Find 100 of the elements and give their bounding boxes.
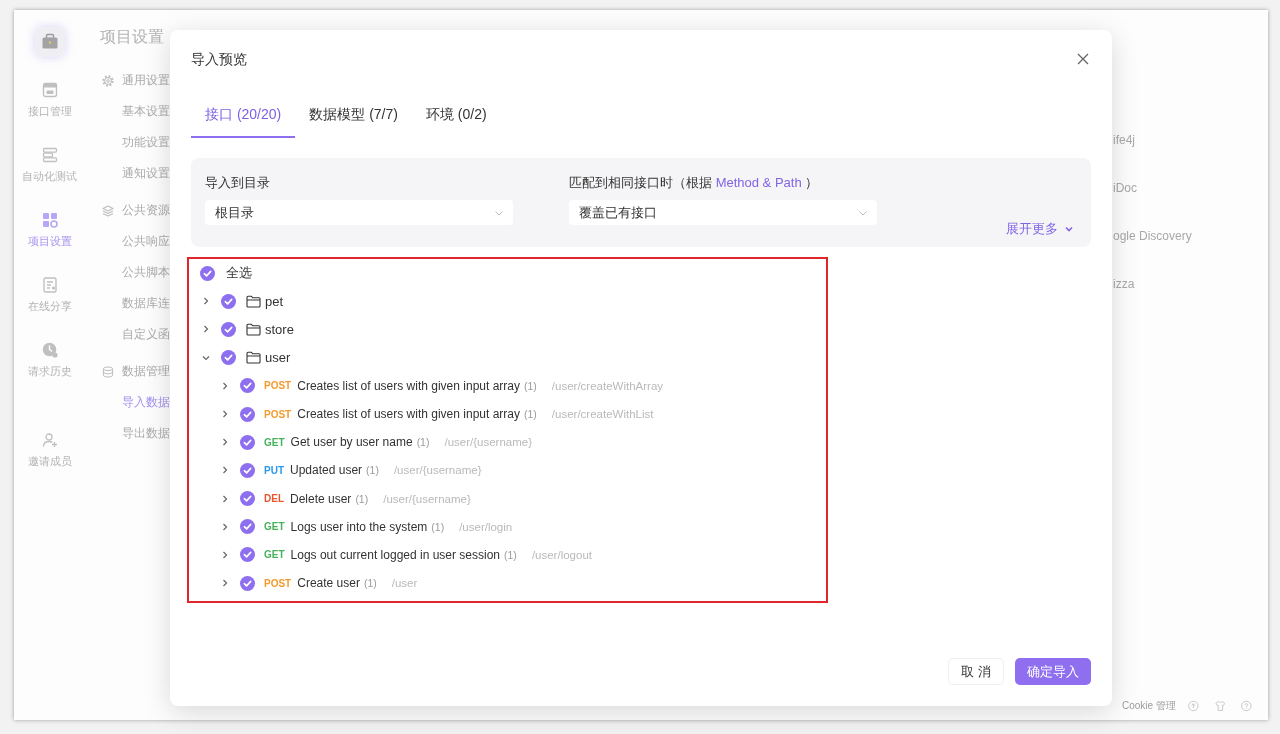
- import-format-option[interactable]: ogle Discovery: [1113, 229, 1192, 243]
- chevron-right-icon[interactable]: [220, 521, 230, 532]
- checkbox[interactable]: [239, 547, 255, 563]
- endpoint-count: (1): [431, 520, 445, 533]
- chevron-right-icon[interactable]: [220, 437, 230, 448]
- checkbox[interactable]: [220, 350, 236, 366]
- endpoint-name[interactable]: Updated user: [290, 463, 363, 478]
- dialog-title: 导入预览: [191, 50, 247, 68]
- chevron-right-icon[interactable]: [220, 549, 230, 560]
- tab[interactable]: 环境 (0/2): [411, 93, 501, 138]
- cookie-link[interactable]: Cookie 管理: [1122, 699, 1176, 713]
- menu-item[interactable]: 功能设置: [85, 127, 170, 158]
- sidebar-item[interactable]: 项目设置: [27, 212, 72, 248]
- endpoint-path: /user: [391, 577, 418, 590]
- endpoint-path: /user/{username}: [444, 436, 533, 449]
- import-format-option[interactable]: izza: [1113, 277, 1135, 291]
- close-icon: [1075, 51, 1091, 67]
- checkbox[interactable]: [220, 321, 236, 337]
- checkbox[interactable]: [239, 434, 255, 450]
- endpoint-name[interactable]: Logs user into the system: [290, 519, 428, 534]
- directory-select[interactable]: 根目录: [205, 200, 513, 225]
- confirm-import-button[interactable]: 确定导入: [1015, 658, 1091, 685]
- tab[interactable]: 数据模型 (7/7): [295, 93, 412, 138]
- checkbox[interactable]: [239, 491, 255, 507]
- invite-member-button[interactable]: 邀请成员: [27, 432, 72, 468]
- menu-item[interactable]: 基本设置: [85, 96, 170, 127]
- endpoint-name[interactable]: Create user: [297, 576, 360, 591]
- method-path-link[interactable]: Method & Path: [715, 175, 802, 190]
- tab[interactable]: 接口 (20/20): [191, 93, 296, 138]
- match-strategy-select[interactable]: 覆盖已有接口: [569, 200, 877, 225]
- http-method-label: PUT: [264, 464, 284, 476]
- checkbox[interactable]: [239, 378, 255, 394]
- endpoint-path: /user/createWithArray: [551, 379, 664, 392]
- menu-item[interactable]: 公共脚本: [85, 257, 170, 288]
- target-directory-label: 导入到目录: [205, 174, 271, 192]
- endpoint-name[interactable]: Logs out current logged in user session: [290, 547, 501, 562]
- chevron-right-icon[interactable]: [201, 324, 211, 335]
- checkbox[interactable]: [239, 519, 255, 535]
- sidebar-item[interactable]: 接口管理: [27, 82, 72, 118]
- checkbox[interactable]: [239, 575, 255, 591]
- endpoint-count: (1): [355, 492, 369, 505]
- select-all-label[interactable]: 全选: [226, 264, 252, 283]
- checkbox[interactable]: [220, 293, 236, 309]
- folder-name[interactable]: pet: [265, 293, 284, 309]
- clock-icon: [41, 342, 58, 358]
- chevron-right-icon[interactable]: [201, 296, 211, 307]
- endpoint-path: /user/logout: [531, 548, 592, 561]
- add-user-icon: [41, 432, 58, 448]
- endpoint-path: /user/{username}: [393, 464, 482, 477]
- checkbox[interactable]: [239, 406, 255, 422]
- briefcase-icon[interactable]: [34, 27, 65, 57]
- menu-group-label: 公共资源: [122, 202, 170, 219]
- endpoint-count: (1): [366, 464, 379, 477]
- document-icon: [41, 277, 58, 293]
- layers-icon: [102, 204, 114, 217]
- match-rule-label: 匹配到相同接口时（根据 Method & Path ）: [569, 174, 820, 192]
- endpoint-path: /user/{username}: [383, 492, 471, 505]
- import-format-option[interactable]: iDoc: [1113, 181, 1137, 195]
- grid-icon: [41, 212, 58, 228]
- menu-item[interactable]: 通知设置: [85, 158, 170, 189]
- http-method-label: POST: [264, 577, 292, 589]
- chevron-right-icon[interactable]: [220, 409, 230, 420]
- endpoint-path: /user/createWithList: [551, 408, 654, 421]
- endpoint-name[interactable]: Creates list of users with given input array: [297, 378, 520, 393]
- folder-name[interactable]: user: [265, 350, 291, 366]
- endpoint-count: (1): [416, 436, 430, 449]
- sidebar-item[interactable]: 自动化测试: [22, 147, 77, 183]
- http-method-label: GET: [264, 549, 285, 561]
- folder-name[interactable]: store: [265, 321, 294, 337]
- endpoint-name[interactable]: Get user by user name: [290, 435, 413, 450]
- page-title: 项目设置: [99, 27, 165, 47]
- endpoint-name[interactable]: Creates list of users with given input array: [297, 407, 520, 422]
- import-format-option[interactable]: ife4j: [1113, 133, 1135, 147]
- endpoint-name[interactable]: Delete user: [290, 491, 352, 506]
- menu-item[interactable]: 自定义函: [85, 319, 170, 350]
- sidebar-item[interactable]: 请求历史: [27, 342, 72, 378]
- database-icon: [102, 365, 114, 378]
- chevron-right-icon[interactable]: [220, 380, 230, 391]
- menu-item[interactable]: 导入数据: [85, 387, 170, 418]
- chevron-right-icon[interactable]: [220, 465, 230, 476]
- endpoint-count: (1): [524, 408, 537, 421]
- menu-item[interactable]: 导出数据: [85, 418, 170, 449]
- menu-group-label: 通用设置: [122, 72, 170, 89]
- http-method-label: POST: [264, 408, 292, 420]
- sidebar-item[interactable]: 在线分享: [27, 277, 72, 313]
- folder-icon: [246, 322, 261, 336]
- endpoint-count: (1): [524, 379, 537, 392]
- close-button[interactable]: [1075, 51, 1091, 67]
- checkbox[interactable]: [239, 462, 255, 478]
- endpoint-path: /user/login: [459, 520, 513, 533]
- chevron-right-icon[interactable]: [220, 493, 230, 504]
- menu-group-label: 数据管理: [122, 363, 170, 380]
- checkbox[interactable]: [199, 265, 215, 281]
- tray-icon: [41, 82, 58, 98]
- cancel-button[interactable]: 取 消: [948, 658, 1004, 685]
- chevron-right-icon[interactable]: [220, 578, 230, 589]
- menu-item[interactable]: 数据库连: [85, 288, 170, 319]
- endpoint-count: (1): [363, 577, 377, 590]
- menu-item[interactable]: 公共响应: [85, 226, 170, 257]
- expand-more-button[interactable]: 展开更多: [1006, 216, 1074, 241]
